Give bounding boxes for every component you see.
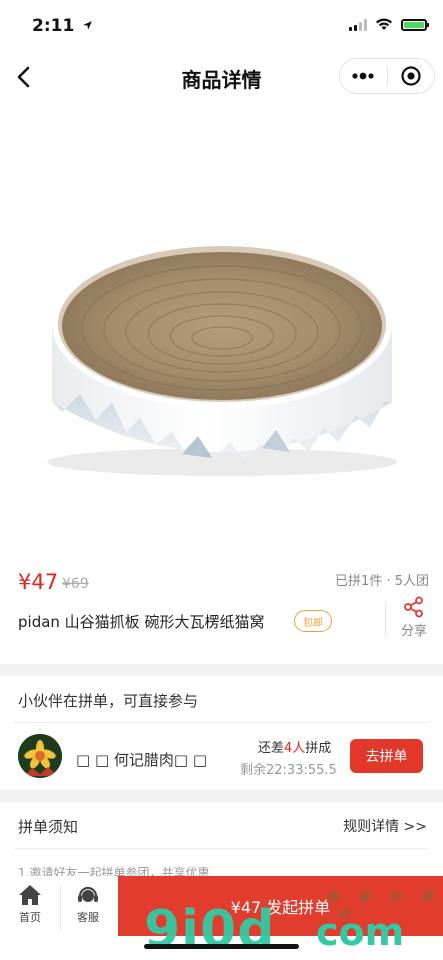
- join-group-button[interactable]: 去拼单: [350, 739, 423, 773]
- close-miniapp-button[interactable]: [388, 59, 435, 93]
- home-icon: [19, 885, 41, 905]
- share-divider: [385, 602, 386, 636]
- tab-customer-service[interactable]: 客服: [60, 884, 116, 925]
- product-info: ¥47 ¥69 已拼1件 · 5人团 pidan 山谷猫抓板 碗形大瓦楞纸猫窝 …: [0, 562, 443, 664]
- share-button[interactable]: 分享: [399, 596, 429, 639]
- location-arrow-icon: [83, 21, 93, 30]
- original-price: ¥69: [62, 576, 89, 592]
- group-lack-prefix: 还差: [258, 741, 285, 756]
- group-lack-suffix: 拼成: [305, 741, 332, 756]
- miniapp-capsule: [339, 58, 435, 94]
- start-group-button[interactable]: ¥47 发起拼单: [118, 876, 443, 936]
- product-title: pidan 山谷猫抓板 碗形大瓦楞纸猫窝: [18, 613, 265, 631]
- nav-bar: 商品详情: [0, 52, 443, 102]
- home-indicator: [144, 944, 299, 949]
- product-image[interactable]: [0, 102, 443, 562]
- flower-avatar-image: [18, 734, 62, 778]
- cellular-signal-icon: [349, 18, 367, 31]
- group-buy-section: 小伙伴在拼单，可直接参与 □ □ 何记腊肉□ □ 还差4人拼成 剩余22:33:…: [0, 676, 443, 790]
- group-header: 小伙伴在拼单，可直接参与: [18, 692, 199, 710]
- tab-customer-service-label: 客服: [77, 911, 99, 924]
- group-remaining-time: 剩余22:33:55.5: [240, 763, 337, 778]
- rules-title: 拼单须知: [18, 818, 79, 836]
- more-dots-icon: [352, 72, 374, 80]
- rules-detail-link[interactable]: 规则详情 >>: [343, 816, 427, 836]
- divider: [14, 722, 429, 723]
- target-circle-icon: [401, 66, 421, 86]
- status-bar: 2:11: [0, 0, 443, 52]
- divider: [14, 848, 429, 849]
- tab-home-label: 首页: [19, 911, 41, 924]
- cat-scratcher-bowl-image: [47, 240, 397, 476]
- product-price: ¥47: [18, 570, 59, 594]
- status-icons: [349, 18, 429, 31]
- free-shipping-badge: 包邮: [294, 610, 332, 632]
- wifi-icon: [376, 18, 392, 30]
- tab-home[interactable]: 首页: [2, 884, 58, 925]
- avatar: [18, 734, 62, 778]
- customer-service-icon: [78, 886, 98, 902]
- status-time: 2:11: [32, 16, 93, 36]
- more-button[interactable]: [340, 59, 387, 93]
- group-rules-section: 拼单须知 规则详情 >> 1.邀请好友一起拼单参团，共享优惠: [0, 802, 443, 882]
- share-icon: [404, 596, 423, 618]
- battery-icon: [401, 18, 429, 31]
- share-label: 分享: [400, 624, 427, 639]
- group-sold-info: 已拼1件 · 5人团: [335, 574, 429, 589]
- group-lack-text: 还差4人拼成: [258, 737, 331, 756]
- group-member-name: □ □ 何记腊肉□ □: [76, 751, 207, 769]
- group-lack-count: 4人: [284, 741, 306, 756]
- status-time-text: 2:11: [32, 16, 75, 36]
